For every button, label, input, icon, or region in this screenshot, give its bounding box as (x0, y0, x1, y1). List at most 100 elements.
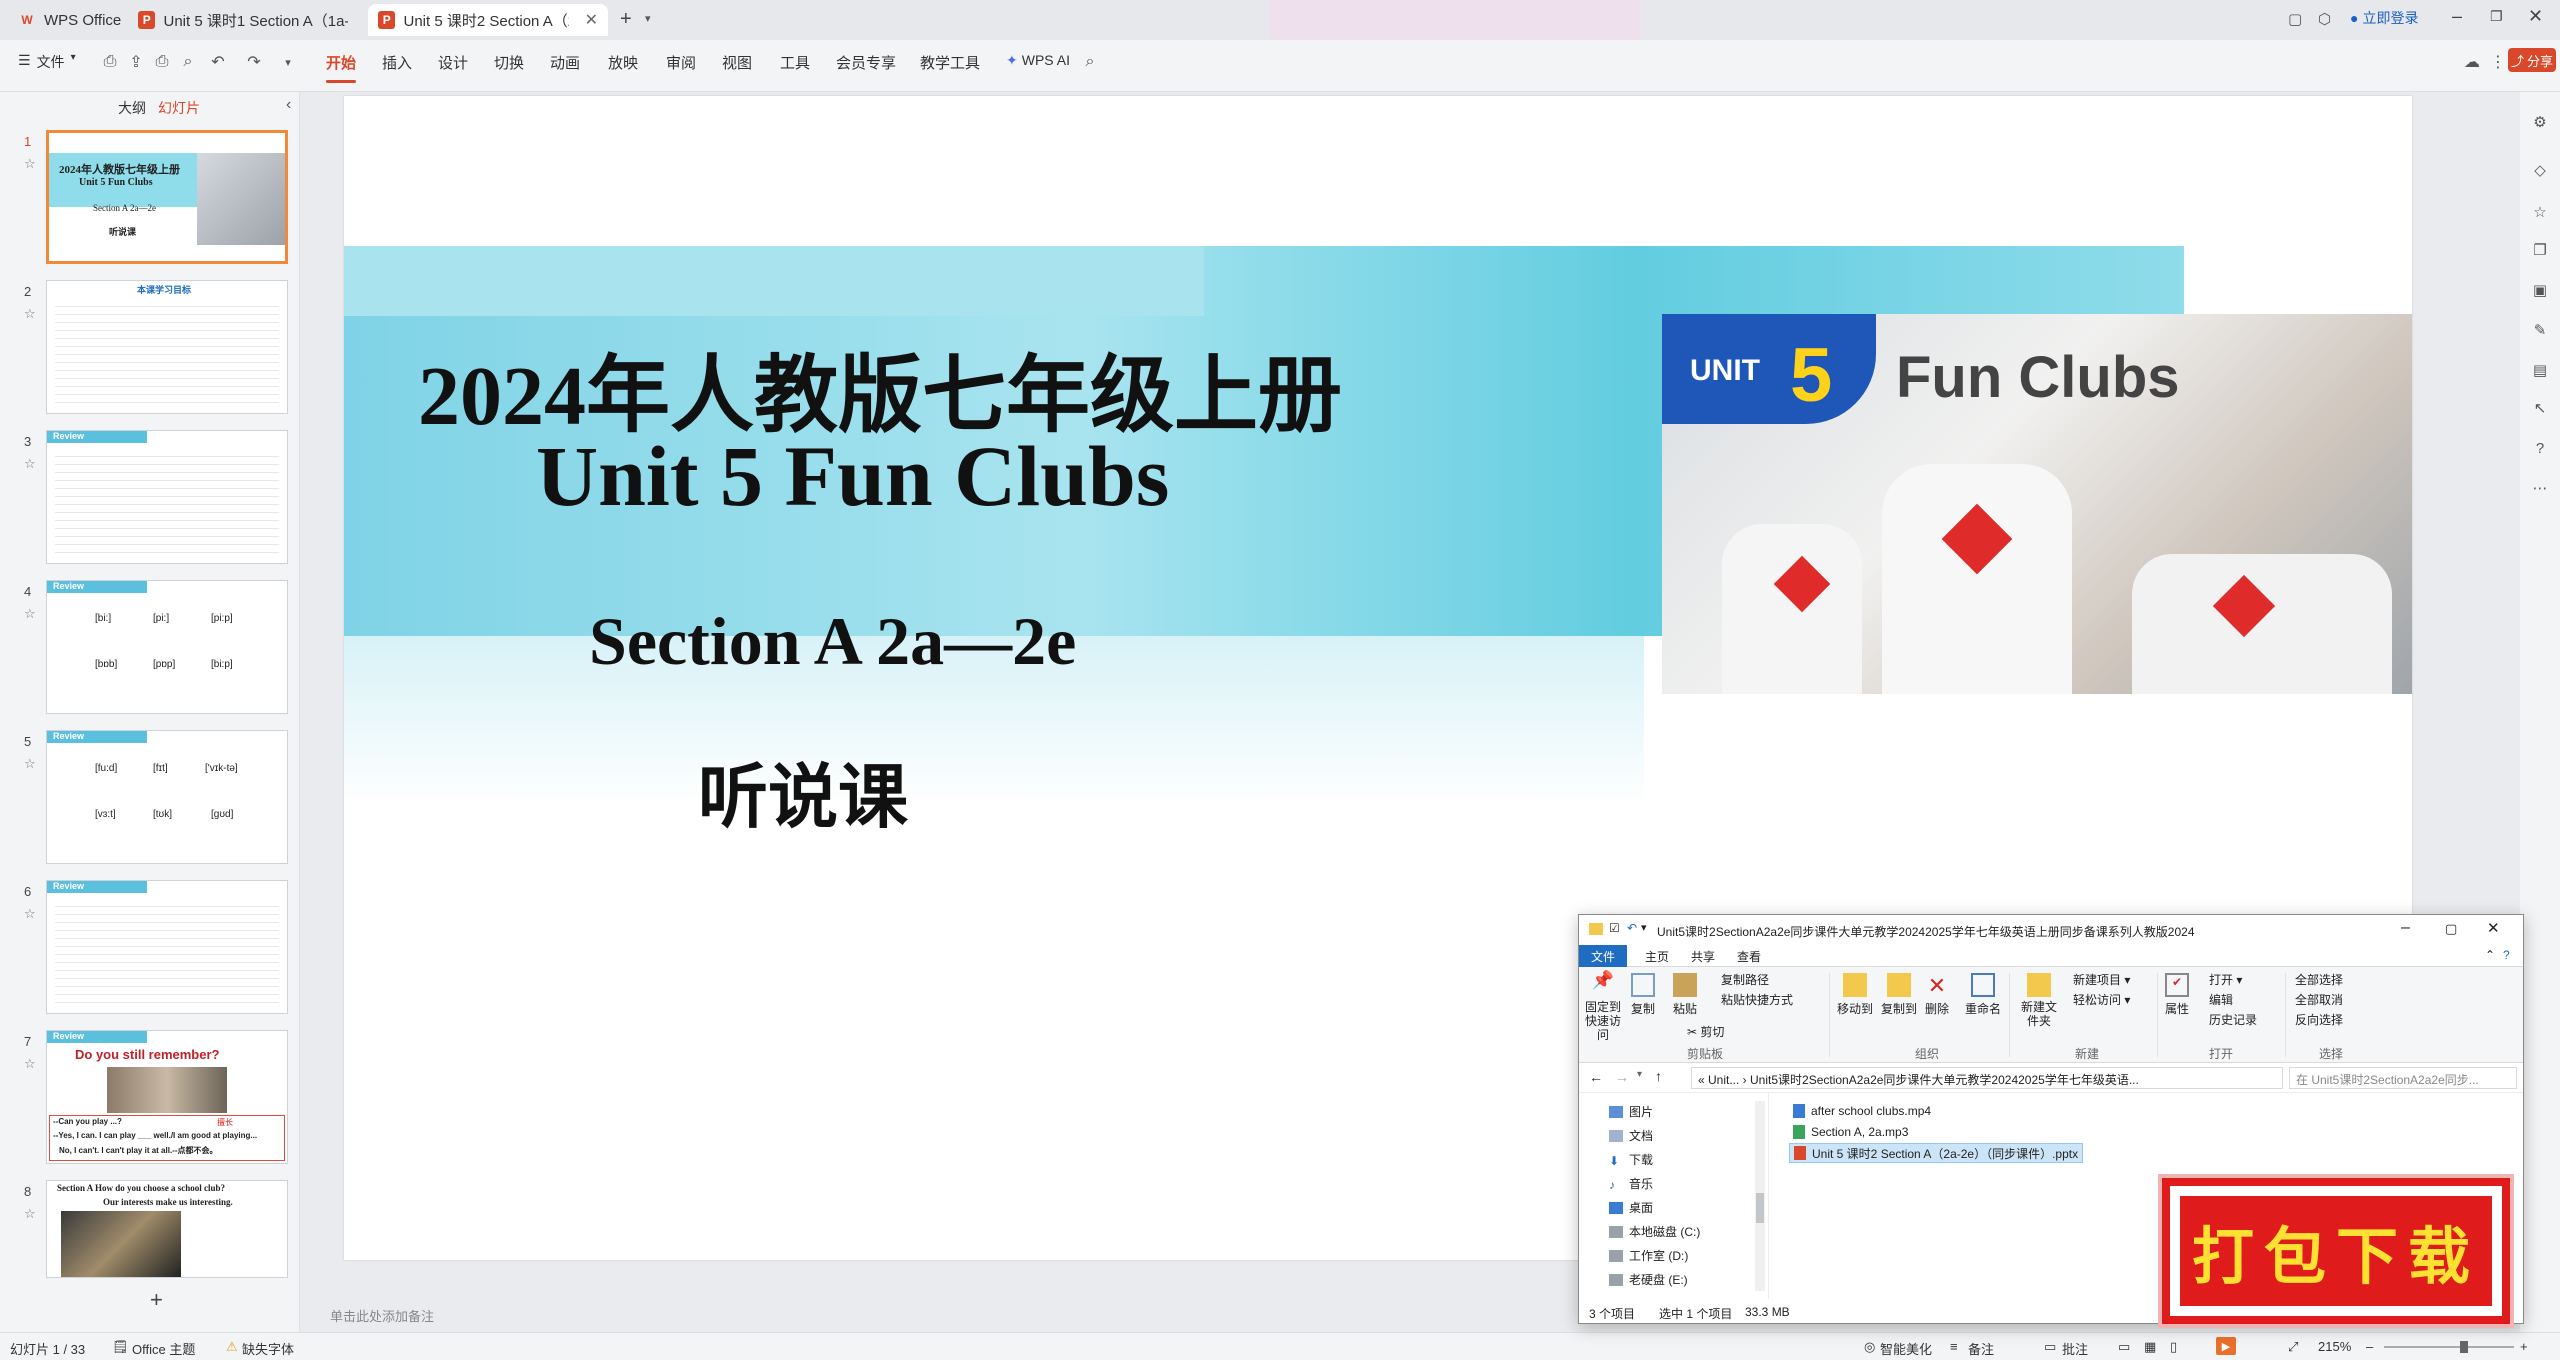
image-icon[interactable]: ▣ (2530, 280, 2550, 300)
zoom-level[interactable]: 215% (2318, 1339, 2351, 1354)
select-all-button[interactable]: 全部选择 (2295, 971, 2343, 988)
cube-icon[interactable]: ⬡ (2318, 10, 2331, 28)
share-button[interactable]: ⤴ 分享 (2508, 48, 2556, 72)
chevron-down-icon[interactable]: ▾ (645, 12, 651, 25)
nav-item[interactable]: 图片 (1609, 1103, 1653, 1120)
tab-outline[interactable]: 大纲 (118, 98, 146, 118)
star-icon[interactable]: ☆ (24, 606, 36, 622)
slide-thumbnail[interactable]: Review [fu:d] [fɪt] ['vɪk-tə] [vɜ:t] [tʊ… (46, 730, 288, 864)
add-slide-button[interactable]: + (150, 1287, 163, 1313)
invert-selection-button[interactable]: 反向选择 (2295, 1011, 2343, 1028)
star-icon[interactable]: ☆ (24, 906, 36, 922)
tab-home[interactable]: 开始 (326, 52, 357, 83)
new-tab-icon[interactable]: + (620, 8, 632, 31)
more-icon[interactable]: ⋮ (2486, 50, 2510, 74)
comments-button[interactable]: 批注 (2062, 1339, 2088, 1358)
close-window-icon[interactable]: ✕ (2487, 919, 2500, 937)
nav-item[interactable]: 本地磁盘 (C:) (1609, 1223, 1700, 1240)
search-icon[interactable]: ⌕ (1078, 50, 1102, 74)
login-button[interactable]: ● 立即登录 (2350, 8, 2418, 28)
nav-item[interactable]: ♪ 音乐 (1609, 1175, 1653, 1192)
copy-to-button[interactable]: 复制到 (1881, 973, 1917, 1017)
cursor-icon[interactable]: ↖ (2530, 398, 2550, 418)
tab-file[interactable]: 文件 (1579, 945, 1627, 967)
tab-unit5-lesson1[interactable]: P Unit 5 课时1 Section A（1a-Pronu (128, 4, 358, 36)
rename-button[interactable]: 重命名 (1965, 973, 2001, 1017)
tab-review[interactable]: 审阅 (666, 52, 696, 73)
collapse-panel-icon[interactable]: ‹ (286, 96, 291, 114)
file-menu[interactable]: ☰ 文件 ▾ (18, 52, 76, 72)
tab-slides[interactable]: 幻灯片 (158, 98, 200, 118)
slide-thumbnail[interactable]: Review (46, 880, 288, 1014)
star-icon[interactable]: ☆ (24, 306, 36, 322)
address-field[interactable]: « Unit... › Unit5课时2SectionA2a2e同步课件大单元教… (1691, 1067, 2283, 1089)
select-none-button[interactable]: 全部取消 (2295, 991, 2343, 1008)
slide-thumbnail[interactable]: 本课学习目标 (46, 280, 288, 414)
save-icon[interactable]: ⎙ (98, 50, 122, 74)
file-item-selected[interactable]: Unit 5 课时2 Section A（2a-2e）（同步课件）.pptx (1789, 1143, 2084, 1163)
fit-icon[interactable]: ⤢ (2288, 1339, 2298, 1355)
print-icon[interactable]: ⎙ (150, 50, 174, 74)
tab-unit5-lesson2[interactable]: P Unit 5 课时2 Section A（2a- ✕ (368, 4, 608, 36)
star-icon[interactable]: ☆ (24, 456, 36, 472)
file-item[interactable]: Section A, 2a.mp3 (1789, 1122, 1912, 1142)
smart-beautify-button[interactable]: 智能美化 (1880, 1339, 1932, 1358)
slide-thumbnail[interactable]: Section A How do you choose a school clu… (46, 1180, 288, 1278)
tab-share[interactable]: 共享 (1691, 948, 1715, 965)
nav-item[interactable]: 文档 (1609, 1127, 1653, 1144)
undo-icon[interactable]: ↶ (1627, 921, 1637, 935)
slide-section[interactable]: Section A 2a—2e (589, 602, 1076, 681)
slide-thumbnail[interactable]: Review [bi:] [pi:] [pi:p] [bɒb] [pɒp] [b… (46, 580, 288, 714)
export-icon[interactable]: ⇪ (124, 50, 148, 74)
slide-tag[interactable]: 听说课 (698, 741, 908, 842)
up-icon[interactable]: ↑ (1655, 1068, 1662, 1084)
copy-path-button[interactable]: 复制路径 (1721, 971, 1769, 988)
chevron-down-icon[interactable]: ▾ (276, 50, 300, 74)
preview-icon[interactable]: ⌕ (176, 50, 200, 74)
sliders-icon[interactable]: ⚙ (2530, 112, 2550, 132)
slide-title-en[interactable]: Unit 5 Fun Clubs (536, 426, 1169, 526)
theme-label[interactable]: Office 主题 (132, 1339, 195, 1358)
chevron-down-icon[interactable]: ⌃ (2485, 948, 2495, 962)
help-icon[interactable]: ? (2530, 438, 2550, 458)
notes-button[interactable]: 备注 (1968, 1339, 1994, 1358)
magic-icon[interactable]: ✎ (2530, 320, 2550, 340)
nav-item[interactable]: 工作室 (D:) (1609, 1247, 1688, 1264)
star-icon[interactable]: ☆ (2530, 202, 2550, 222)
shapes-icon[interactable]: ◇ (2530, 160, 2550, 180)
grid-view-icon[interactable]: ▦ (2144, 1339, 2156, 1355)
more-icon[interactable]: ⋯ (2530, 478, 2550, 498)
copy-icon[interactable]: ❐ (2530, 240, 2550, 260)
tab-slideshow[interactable]: 放映 (608, 52, 638, 73)
help-icon[interactable]: ? (2503, 948, 2510, 962)
star-icon[interactable]: ☆ (24, 156, 36, 172)
normal-view-icon[interactable]: ▭ (2118, 1339, 2130, 1355)
edit-button[interactable]: 编辑 (2209, 991, 2233, 1008)
paste-button[interactable]: 粘贴 (1673, 973, 1697, 1017)
tab-design[interactable]: 设计 (438, 52, 468, 73)
notes-placeholder[interactable]: 单击此处添加备注 (330, 1306, 434, 1325)
nav-item[interactable]: ⬇ 下载 (1609, 1151, 1653, 1168)
undo-icon[interactable]: ↶ (206, 50, 230, 74)
close-tab-icon[interactable]: ✕ (585, 10, 598, 30)
pin-button[interactable]: 📌 固定到快速访问 (1585, 971, 1621, 1042)
search-input[interactable]: 在 Unit5课时2SectionA2a2e同步... (2289, 1067, 2517, 1089)
redo-icon[interactable]: ↷ (242, 50, 266, 74)
copy-button[interactable]: 复制 (1631, 973, 1655, 1017)
zoom-slider-thumb[interactable] (2460, 1341, 2468, 1353)
tab-insert[interactable]: 插入 (382, 52, 412, 73)
zoom-in-icon[interactable]: + (2520, 1339, 2528, 1354)
new-item-button[interactable]: 新建项目 ▾ (2073, 971, 2130, 988)
tab-teaching-tools[interactable]: 教学工具 (920, 52, 980, 73)
template-icon[interactable]: ▤ (2530, 360, 2550, 380)
zoom-out-icon[interactable]: – (2366, 1339, 2373, 1354)
easy-access-button[interactable]: 轻松访问 ▾ (2073, 991, 2130, 1008)
delete-button[interactable]: ✕ 删除 (1925, 973, 1949, 1017)
restore-icon[interactable]: ❐ (2490, 8, 2503, 25)
tab-member[interactable]: 会员专享 (836, 52, 896, 73)
tab-view[interactable]: 查看 (1737, 948, 1761, 965)
reading-view-icon[interactable]: ▯ (2170, 1339, 2177, 1355)
chevron-down-icon[interactable]: ▾ (1637, 1069, 1642, 1080)
close-window-icon[interactable]: ✕ (2528, 6, 2543, 27)
cut-button[interactable]: ✂ 剪切 (1687, 1023, 1724, 1040)
